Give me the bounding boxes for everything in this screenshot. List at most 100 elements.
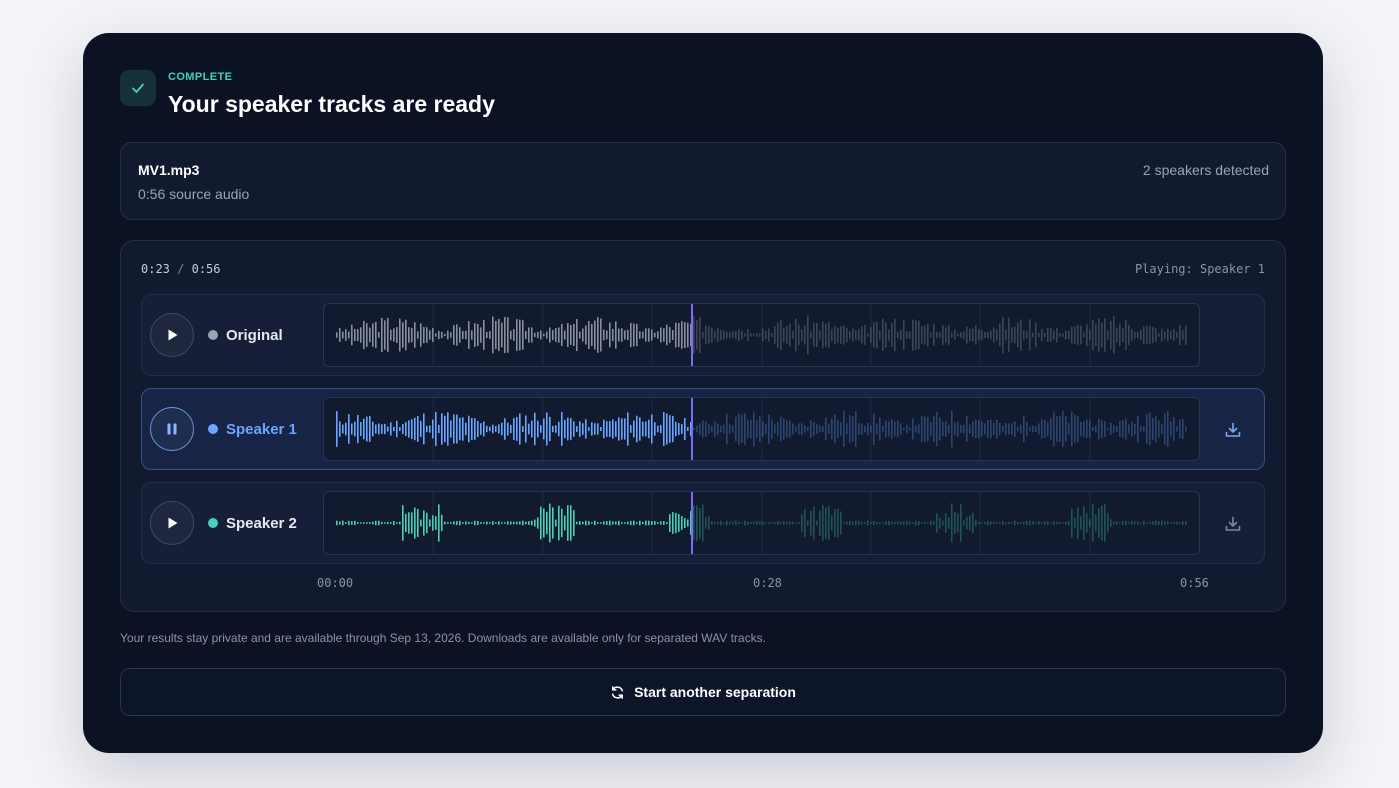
waveform-bar	[498, 521, 500, 525]
waveform-bar	[825, 323, 827, 347]
waveform-bar	[993, 423, 995, 435]
download-button[interactable]	[1220, 511, 1246, 537]
waveform-bar	[1125, 520, 1127, 526]
waveform-bar	[660, 521, 662, 525]
waveform-bar	[1104, 421, 1106, 437]
axis-label-end: 0:56	[1180, 576, 1209, 590]
waveform-bar	[1107, 330, 1109, 340]
waveform-bar	[663, 521, 665, 525]
waveform-bar	[804, 508, 806, 538]
waveform-bar	[393, 328, 395, 342]
waveform[interactable]	[323, 303, 1200, 367]
waveform-bar	[966, 326, 968, 344]
waveform-bar	[915, 520, 917, 526]
download-icon	[1225, 516, 1241, 531]
waveform-bar	[951, 410, 953, 448]
waveform-bar	[1020, 424, 1022, 434]
waveform-bar	[972, 328, 974, 342]
waveform-bar	[1113, 316, 1115, 354]
waveform-bar	[846, 423, 848, 435]
waveform-bar	[957, 513, 959, 533]
waveform-bar	[339, 521, 341, 525]
download-icon	[1225, 422, 1241, 437]
waveform-bar	[1104, 318, 1106, 352]
waveform-bar	[717, 423, 719, 435]
waveform-bar	[1071, 326, 1073, 344]
waveform-bar	[426, 512, 428, 534]
play-button[interactable]	[150, 313, 194, 357]
waveform-bar	[1173, 521, 1175, 525]
waveform-bar	[525, 415, 527, 443]
waveform-bar	[384, 522, 386, 524]
waveform-bar	[624, 522, 626, 524]
waveform-bar	[474, 418, 476, 440]
waveform-bar	[438, 424, 440, 434]
waveform-bar	[1107, 427, 1109, 431]
waveform-bar	[729, 521, 731, 525]
waveform[interactable]	[323, 397, 1200, 461]
waveform-bar	[981, 329, 983, 341]
waveform-bar	[360, 327, 362, 343]
waveform-bar	[1038, 332, 1040, 338]
waveform-bar	[1116, 521, 1118, 525]
waveform-bar	[444, 415, 446, 443]
waveform-bar	[924, 521, 926, 525]
waveform-bar	[561, 508, 563, 538]
waveform-bar	[924, 416, 926, 442]
waveform[interactable]	[323, 491, 1200, 555]
waveform-bar	[828, 321, 830, 349]
waveform-bar	[1008, 317, 1010, 353]
waveform-bar	[390, 422, 392, 436]
start-another-separation-button[interactable]: Start another separation	[120, 668, 1286, 716]
waveform-bar	[681, 321, 683, 349]
waveform-bar	[528, 327, 530, 343]
waveform-bar	[708, 516, 710, 530]
waveform-bar	[1086, 513, 1088, 533]
download-button[interactable]	[1220, 417, 1246, 443]
waveform-bar	[738, 328, 740, 342]
waveform-bar	[1128, 522, 1130, 524]
waveform-bar	[1029, 319, 1031, 351]
waveform-bar	[1185, 426, 1187, 432]
waveform-bar	[741, 522, 743, 524]
waveform-bar	[972, 421, 974, 437]
waveform-bar	[441, 331, 443, 339]
waveform-bar	[978, 419, 980, 439]
waveform-bar	[960, 425, 962, 433]
waveform-bar	[444, 333, 446, 337]
waveform-bar	[381, 317, 383, 353]
waveform-bar	[510, 424, 512, 434]
waveform-bar	[516, 319, 518, 351]
waveform-bar	[948, 517, 950, 529]
waveform-bar	[1068, 520, 1070, 526]
waveform-bar	[876, 321, 878, 349]
play-button[interactable]	[150, 501, 194, 545]
waveform-bar	[735, 416, 737, 442]
waveform-bar	[984, 423, 986, 435]
waveform-bar	[1011, 423, 1013, 435]
track-name: Speaker 2	[226, 515, 297, 532]
waveform-bar	[390, 522, 392, 524]
waveform-bar	[600, 522, 602, 524]
waveform-bar	[1182, 521, 1184, 525]
track-row-speaker-1: Speaker 1	[141, 388, 1265, 470]
waveform-bar	[522, 426, 524, 432]
waveform-bar	[738, 521, 740, 525]
waveform-bar	[870, 425, 872, 433]
waveform-bar	[1044, 332, 1046, 338]
pause-button[interactable]	[150, 407, 194, 451]
waveform-bar	[552, 329, 554, 341]
waveform-bar	[963, 520, 965, 526]
waveform-bar	[399, 427, 401, 431]
waveform-bar	[585, 419, 587, 439]
waveform-bar	[891, 419, 893, 439]
waveform-bar	[483, 320, 485, 350]
waveform-bar	[1071, 411, 1073, 447]
waveform-bar	[363, 522, 365, 524]
waveform-bar	[909, 427, 911, 431]
waveform-bar	[1122, 521, 1124, 525]
waveform-bar	[504, 317, 506, 353]
waveform-bar	[402, 423, 404, 435]
waveform-bar	[1080, 325, 1082, 345]
waveform-bar	[1161, 520, 1163, 526]
